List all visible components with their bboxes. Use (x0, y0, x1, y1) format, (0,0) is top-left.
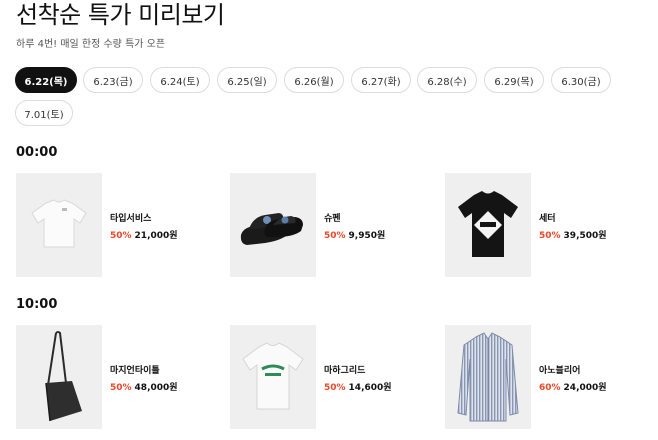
product-brand: 슈펜 (324, 214, 341, 224)
date-tab-0629[interactable]: 6.29(목) (484, 67, 544, 93)
sale-price: 48,000원 (134, 383, 178, 393)
product-brand: 아노블리어 (539, 366, 581, 376)
date-tab-0626[interactable]: 6.26(월) (284, 67, 344, 93)
discount-rate: 50% (110, 383, 132, 393)
product-card[interactable]: 슈펜 50% 9,950원 (230, 173, 440, 277)
product-thumbnail[interactable] (445, 325, 531, 429)
date-tab-0624[interactable]: 6.24(토) (150, 67, 210, 93)
product-brand: 마지언타이틀 (110, 366, 160, 376)
sale-price: 24,000원 (563, 383, 607, 393)
product-thumbnail[interactable] (230, 173, 316, 277)
product-card[interactable]: 아노블리어 60% 24,000원 (445, 325, 655, 429)
product-thumbnail[interactable] (16, 173, 102, 277)
discount-rate: 50% (110, 231, 132, 241)
date-tab-0625[interactable]: 6.25(일) (217, 67, 277, 93)
sale-price: 21,000원 (134, 231, 178, 241)
product-thumbnail[interactable] (445, 173, 531, 277)
product-thumbnail[interactable] (16, 325, 102, 429)
black-graphic-tshirt-icon (458, 191, 518, 257)
discount-rate: 50% (324, 231, 346, 241)
date-tab-0630[interactable]: 6.30(금) (551, 67, 611, 93)
discount-rate: 60% (539, 383, 561, 393)
product-card[interactable]: 마하그리드 50% 14,600원 (230, 325, 440, 429)
white-tshirt-icon (31, 199, 87, 248)
product-price-line: 50% 14,600원 (324, 380, 392, 393)
time-slot-label: 00:00 (16, 145, 58, 160)
product-brand: 세터 (539, 214, 556, 224)
date-tab-0622[interactable]: 6.22(목) (15, 67, 77, 93)
sale-price: 39,500원 (563, 231, 607, 241)
date-tab-0627[interactable]: 6.27(화) (351, 67, 411, 93)
sale-price: 9,950원 (348, 231, 386, 241)
product-price-line: 50% 21,000원 (110, 228, 178, 241)
product-price-line: 50% 48,000원 (110, 380, 178, 393)
product-price-line: 50% 9,950원 (324, 228, 385, 241)
striped-shirt-icon (457, 332, 519, 422)
time-slot-label: 10:00 (16, 297, 58, 312)
discount-rate: 50% (324, 383, 346, 393)
product-card[interactable]: 마지언타이틀 50% 48,000원 (16, 325, 226, 429)
sale-price: 14,600원 (348, 383, 392, 393)
product-price-line: 60% 24,000원 (539, 380, 607, 393)
product-brand: 타입서비스 (110, 214, 152, 224)
crossbody-bag-icon (45, 331, 82, 422)
product-brand: 마하그리드 (324, 366, 366, 376)
logo-tshirt-icon (242, 342, 304, 410)
product-card[interactable]: 세터 50% 39,500원 (445, 173, 655, 277)
product-card[interactable]: 타입서비스 50% 21,000원 (16, 173, 226, 277)
date-tab-0701[interactable]: 7.01(토) (15, 100, 73, 126)
date-tab-0628[interactable]: 6.28(수) (417, 67, 477, 93)
discount-rate: 50% (539, 231, 561, 241)
page-subtitle: 하루 4번! 매일 한정 수량 특가 오픈 (16, 39, 166, 50)
date-tab-0623[interactable]: 6.23(금) (83, 67, 143, 93)
product-price-line: 50% 39,500원 (539, 228, 607, 241)
product-thumbnail[interactable] (230, 325, 316, 429)
slide-sandal-icon (240, 213, 303, 245)
page-title: 선착순 특가 미리보기 (16, 1, 225, 29)
